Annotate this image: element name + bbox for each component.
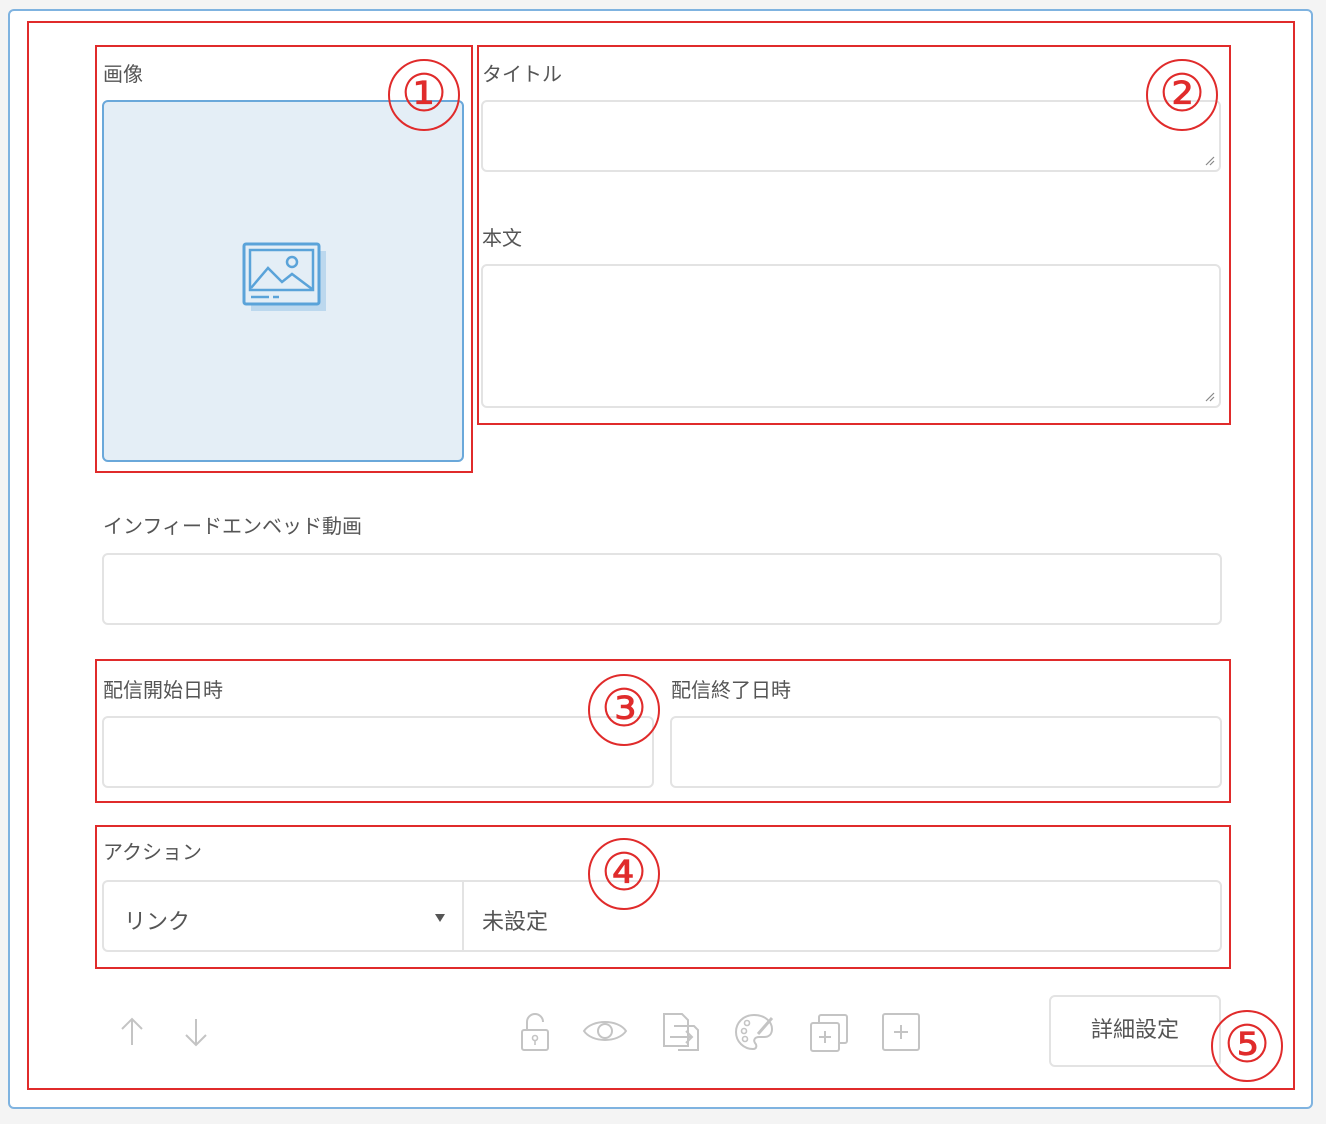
palette-icon[interactable]: [734, 1012, 776, 1052]
action-value-text: 未設定: [482, 910, 549, 935]
action-type-select[interactable]: リンク: [102, 880, 464, 952]
duplicate-icon[interactable]: [808, 1012, 850, 1052]
arrow-down-icon[interactable]: [182, 1016, 210, 1048]
action-label: アクション: [103, 840, 202, 864]
annotation-number-1: ①: [388, 59, 460, 131]
add-icon[interactable]: [881, 1012, 921, 1052]
export-icon[interactable]: [660, 1010, 702, 1052]
video-input[interactable]: [102, 553, 1222, 625]
start-date-label: 配信開始日時: [103, 678, 223, 702]
dropdown-caret-icon: [435, 914, 445, 922]
video-label: インフィードエンベッド動画: [103, 514, 362, 538]
annotation-number-4: ④: [588, 838, 660, 910]
action-value-field[interactable]: 未設定: [462, 880, 1222, 952]
annotation-number-2: ②: [1146, 59, 1218, 131]
annotation-number-3: ③: [588, 674, 660, 746]
title-textarea[interactable]: [481, 100, 1221, 172]
start-date-input[interactable]: [102, 716, 654, 788]
body-label: 本文: [482, 226, 522, 250]
body-textarea[interactable]: [481, 264, 1221, 408]
image-dropzone[interactable]: [102, 100, 464, 462]
lock-icon[interactable]: [518, 1012, 552, 1052]
title-label: タイトル: [482, 62, 562, 86]
image-label: 画像: [103, 62, 143, 86]
arrow-up-icon[interactable]: [118, 1016, 146, 1048]
image-placeholder-icon: [242, 242, 326, 311]
action-type-value: リンク: [124, 910, 191, 935]
resize-handle-icon[interactable]: [1205, 156, 1215, 166]
annotation-number-5: ⑤: [1211, 1010, 1283, 1082]
end-date-label: 配信終了日時: [671, 678, 791, 702]
eye-icon[interactable]: [582, 1016, 628, 1046]
detail-settings-button[interactable]: 詳細設定: [1049, 995, 1221, 1067]
end-date-input[interactable]: [670, 716, 1222, 788]
resize-handle-icon[interactable]: [1205, 392, 1215, 402]
